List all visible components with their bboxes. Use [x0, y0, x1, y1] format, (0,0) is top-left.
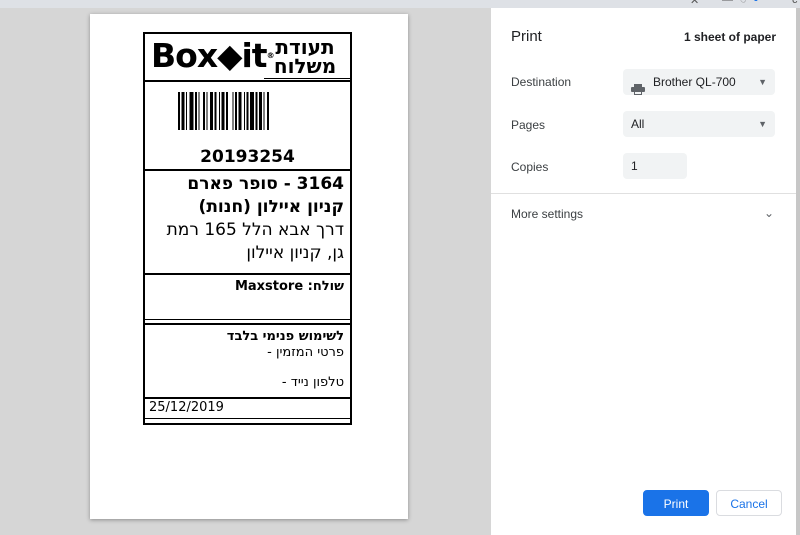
extension-icon: ▪	[754, 0, 758, 6]
header-rule	[264, 78, 350, 79]
toolbar-icon: —	[722, 0, 733, 6]
print-button[interactable]: Print	[643, 490, 709, 516]
preview-page: Box◆it® תעודת משלוח 20193254 3164 - סופר…	[90, 14, 408, 519]
overflow-icon: c	[792, 0, 798, 6]
print-preview-area[interactable]: Box◆it® תעודת משלוח 20193254 3164 - סופר…	[0, 8, 491, 535]
more-settings-toggle[interactable]: More settings	[511, 207, 583, 221]
print-settings-panel: Print 1 sheet of paper Destination Broth…	[491, 8, 796, 535]
pages-value: All	[631, 117, 645, 131]
window-scrollbar[interactable]	[796, 8, 800, 535]
shipping-label: Box◆it® תעודת משלוח 20193254 3164 - סופר…	[143, 32, 352, 425]
destination-store: 3164 - סופר פארם	[187, 174, 344, 194]
pages-label: Pages	[511, 118, 546, 132]
logo-text: Box◆it	[151, 36, 268, 75]
internal-use-section: לשימוש פנימי בלבד פרטי המזמין - טלפון ני…	[145, 325, 350, 399]
close-icon: ✕	[690, 0, 700, 7]
barcode-section: 20193254	[145, 82, 350, 171]
copies-label: Copies	[511, 160, 549, 174]
label-date: 25/12/2019	[145, 399, 350, 419]
toolbar-icon: ◌	[740, 0, 747, 6]
boxit-logo: Box◆it®	[151, 36, 275, 75]
destination-section: 3164 - סופר פארם קניון איילון (חנות) דרך…	[145, 171, 350, 275]
orderer-details: פרטי המזמין -	[267, 345, 344, 360]
destination-address: דרך אבא הלל 165 רמת גן, קניון איילון	[166, 220, 344, 263]
document-title: תעודת משלוח	[273, 35, 337, 78]
caret-down-icon: ▼	[758, 77, 767, 87]
sender-section: שולח: Maxstore	[145, 275, 350, 320]
mobile-phone: טלפון נייד -	[281, 375, 344, 390]
internal-use-title: לשימוש פנימי בלבד	[226, 329, 344, 344]
printer-icon	[631, 78, 645, 95]
tracking-number: 20193254	[200, 147, 295, 167]
destination-select[interactable]: Brother QL-700 ▼	[623, 69, 775, 95]
barcode	[178, 92, 269, 130]
panel-title: Print	[511, 28, 542, 45]
label-header: Box◆it® תעודת משלוח	[145, 34, 350, 82]
browser-top-strip: ✕ — ◌ ▪ c	[0, 0, 800, 8]
chevron-down-icon[interactable]: ⌄	[764, 206, 774, 220]
destination-label: Destination	[511, 75, 572, 89]
caret-down-icon: ▼	[758, 119, 767, 129]
destination-value: Brother QL-700	[653, 75, 736, 89]
panel-divider	[491, 193, 796, 194]
copies-input[interactable]: 1	[623, 153, 687, 179]
sheet-count: 1 sheet of paper	[683, 30, 776, 44]
destination-branch: קניון איילון (חנות)	[198, 197, 344, 217]
cancel-button[interactable]: Cancel	[716, 490, 782, 516]
pages-select[interactable]: All ▼	[623, 111, 775, 137]
